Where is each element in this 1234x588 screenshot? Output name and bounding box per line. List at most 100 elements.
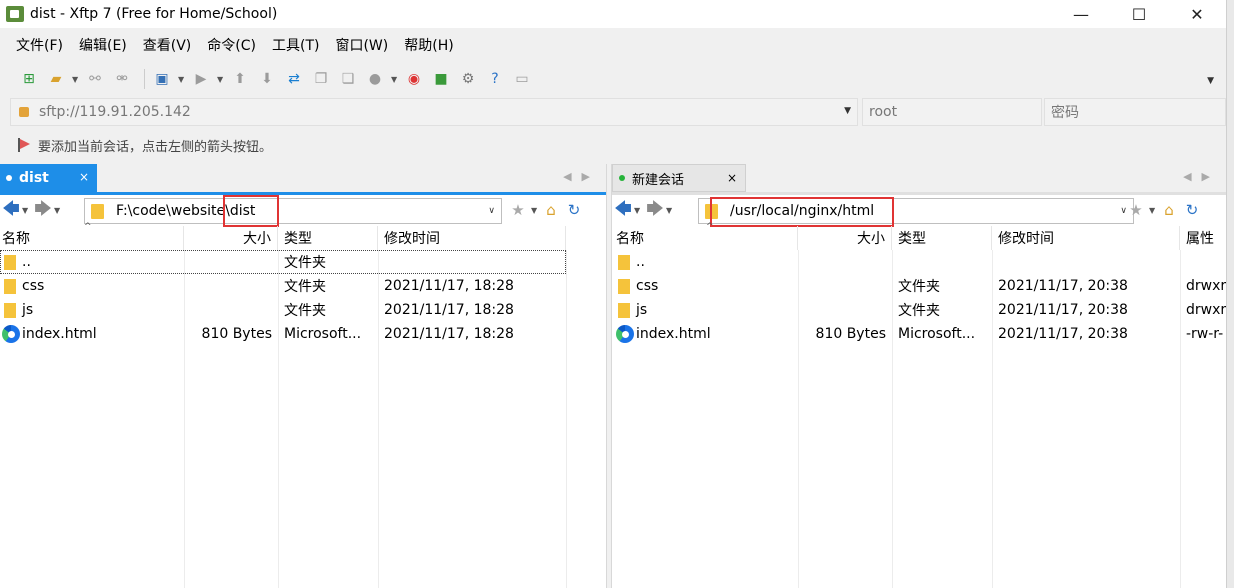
tab-close-icon[interactable]: ×: [79, 170, 89, 184]
minimize-icon: —: [1073, 4, 1089, 24]
remote-path-row: 🡄 ▼ 🡆 ▼ /usr/local/nginx/html ∨ ★ ▼ ⌂ ↻: [612, 195, 1226, 227]
highlight-box: [223, 195, 279, 227]
menu-command[interactable]: 命令(C): [199, 35, 264, 55]
menu-bar: 文件(F) 编辑(E) 查看(V) 命令(C) 工具(T) 窗口(W) 帮助(H…: [0, 33, 462, 57]
close-button[interactable]: ✕: [1168, 0, 1226, 28]
table-row[interactable]: ..: [612, 250, 1226, 274]
download-icon[interactable]: ⬇: [256, 68, 278, 90]
local-path-input[interactable]: F:\code\website\dist ∨: [84, 198, 502, 224]
file-name: index.html: [22, 326, 97, 342]
help-icon[interactable]: ?: [484, 68, 506, 90]
username-input[interactable]: root: [862, 98, 1042, 126]
chevron-down-icon[interactable]: ▼: [22, 206, 32, 215]
file-attributes: drwxr: [1186, 302, 1226, 318]
background-window-edge: [1226, 0, 1234, 588]
tab-scroll-arrows[interactable]: ◀▶: [563, 170, 600, 183]
password-placeholder: 密码: [1051, 105, 1079, 121]
menu-view[interactable]: 查看(V): [135, 35, 200, 55]
tab-close-icon[interactable]: ×: [727, 171, 737, 185]
table-row[interactable]: css 文件夹 2021/11/17, 18:28: [0, 274, 606, 298]
tab-new-session[interactable]: 新建会话 ×: [612, 164, 746, 192]
column-name-label: 名称: [616, 231, 644, 247]
menu-tools[interactable]: 工具(T): [264, 35, 327, 55]
back-arrow-icon[interactable]: 🡄: [0, 199, 22, 221]
chat-icon[interactable]: ▭: [511, 68, 533, 90]
refresh-icon[interactable]: ↻: [1182, 200, 1202, 220]
chevron-down-icon[interactable]: ▼: [178, 75, 186, 84]
chevron-down-icon[interactable]: ▼: [634, 206, 644, 215]
tab-scroll-arrows[interactable]: ◀▶: [1183, 170, 1220, 183]
gear-icon[interactable]: ⚙: [457, 68, 479, 90]
chevron-down-icon[interactable]: ▼: [391, 75, 399, 84]
chevron-down-icon[interactable]: ▼: [217, 75, 225, 84]
maximize-icon: ☐: [1131, 4, 1147, 24]
menu-file[interactable]: 文件(F): [8, 35, 71, 55]
refresh-icon[interactable]: ↻: [564, 200, 584, 220]
upload-icon[interactable]: ⬆: [229, 68, 251, 90]
chevron-down-icon[interactable]: ▼: [666, 206, 676, 215]
column-size[interactable]: 大小: [798, 226, 892, 250]
xshell-icon[interactable]: ◉: [403, 68, 425, 90]
paste-icon[interactable]: ❏: [337, 68, 359, 90]
chevron-down-icon[interactable]: ▼: [54, 206, 64, 215]
file-modified: 2021/11/17, 18:28: [384, 278, 514, 294]
chevron-down-icon[interactable]: ▼: [844, 106, 851, 116]
table-row[interactable]: index.html 810 Bytes Microsoft... 2021/1…: [0, 322, 606, 346]
forward-arrow-icon[interactable]: 🡆: [32, 199, 54, 221]
column-type[interactable]: 类型: [278, 226, 378, 250]
file-modified: 2021/11/17, 18:28: [384, 326, 514, 342]
record-icon[interactable]: ●: [364, 68, 386, 90]
new-window-icon[interactable]: ▣: [151, 68, 173, 90]
column-name[interactable]: 名称 ^: [612, 222, 798, 250]
home-folder-icon[interactable]: ⌂: [1159, 200, 1179, 220]
menu-edit[interactable]: 编辑(E): [71, 35, 135, 55]
flag-icon[interactable]: [16, 138, 30, 152]
disconnect-icon[interactable]: ⚮: [111, 68, 133, 90]
host-input[interactable]: sftp://119.91.205.142 ▼: [10, 98, 858, 126]
connect-icon[interactable]: ⚯: [84, 68, 106, 90]
chevron-down-icon[interactable]: ∨: [488, 206, 495, 216]
table-row[interactable]: index.html 810 Bytes Microsoft... 2021/1…: [612, 322, 1226, 346]
table-row[interactable]: js 文件夹 2021/11/17, 18:28: [0, 298, 606, 322]
tab-dist[interactable]: dist ×: [0, 164, 97, 192]
column-name[interactable]: 名称 ^: [0, 222, 184, 250]
table-row[interactable]: .. 文件夹: [0, 250, 566, 274]
toolbar-overflow-icon[interactable]: ▼: [1207, 76, 1214, 86]
column-size[interactable]: 大小: [184, 226, 278, 250]
table-row[interactable]: css 文件夹 2021/11/17, 20:38 drwxr: [612, 274, 1226, 298]
star-icon[interactable]: ★: [1126, 200, 1146, 220]
chevron-down-icon[interactable]: ▼: [72, 75, 80, 84]
folder-icon: [4, 278, 16, 294]
chevron-down-icon[interactable]: ▼: [1149, 206, 1159, 215]
star-icon[interactable]: ★: [508, 200, 528, 220]
forward-arrow-icon[interactable]: 🡆: [644, 199, 666, 221]
close-icon: ✕: [1190, 4, 1204, 24]
table-row[interactable]: js 文件夹 2021/11/17, 20:38 drwxr: [612, 298, 1226, 322]
local-column-header: 名称 ^ 大小 类型 修改时间: [0, 222, 606, 250]
transfer-icon[interactable]: ⇄: [283, 68, 305, 90]
file-modified: 2021/11/17, 20:38: [998, 278, 1128, 294]
password-input[interactable]: 密码: [1044, 98, 1226, 126]
window-title: dist - Xftp 7 (Free for Home/School): [30, 6, 278, 22]
back-arrow-icon[interactable]: 🡄: [612, 199, 634, 221]
xftp-icon[interactable]: ■: [430, 68, 452, 90]
chevron-down-icon[interactable]: ▼: [531, 206, 541, 215]
column-attributes[interactable]: 属性: [1180, 226, 1226, 250]
home-folder-icon[interactable]: ⌂: [541, 200, 561, 220]
local-file-list: .. 文件夹 css 文件夹 2021/11/17, 18:28 js 文件夹 …: [0, 250, 606, 588]
new-session-icon[interactable]: ⊞: [18, 68, 40, 90]
menu-help[interactable]: 帮助(H): [396, 35, 461, 55]
play-icon[interactable]: ▶: [190, 68, 212, 90]
minimize-button[interactable]: —: [1052, 0, 1110, 28]
column-type[interactable]: 类型: [892, 226, 992, 250]
column-modified[interactable]: 修改时间: [992, 226, 1180, 250]
copy-icon[interactable]: ❐: [310, 68, 332, 90]
maximize-button[interactable]: ☐: [1110, 0, 1168, 28]
window-controls: — ☐ ✕: [1052, 0, 1226, 28]
open-folder-icon[interactable]: ▰: [45, 68, 67, 90]
file-name: ..: [22, 254, 31, 270]
menu-window[interactable]: 窗口(W): [327, 35, 396, 55]
username-placeholder: root: [869, 104, 898, 120]
local-tab-row: dist × ◀▶: [0, 164, 606, 192]
column-modified[interactable]: 修改时间: [378, 226, 566, 250]
